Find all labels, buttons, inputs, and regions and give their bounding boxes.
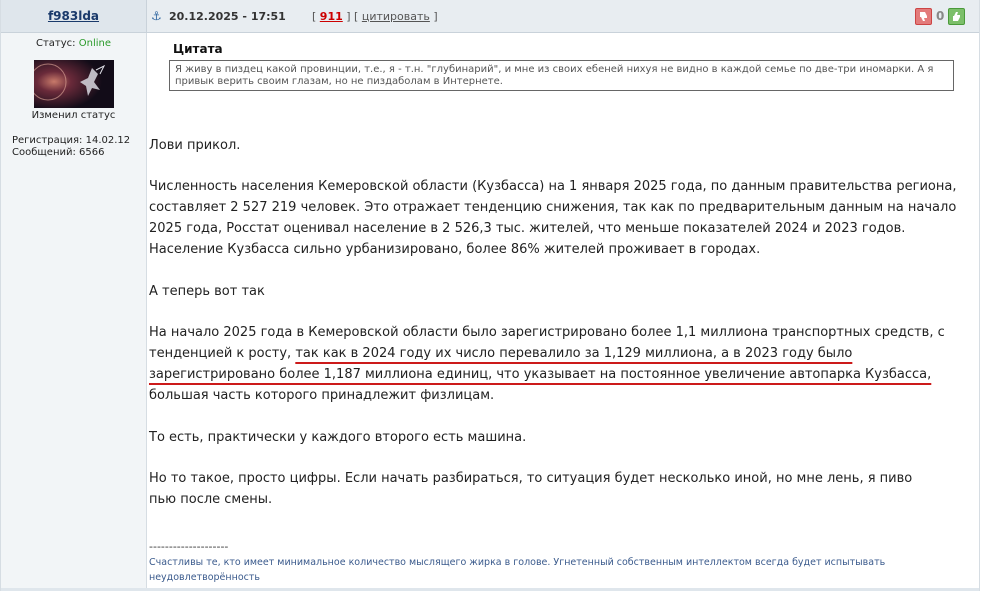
thumbs-up-icon[interactable] (948, 7, 966, 25)
quote-title: Цитата (173, 42, 223, 56)
bracket-close: ] (433, 10, 438, 23)
user-status: Статус: Online (1, 38, 146, 49)
thumbs-down-icon[interactable] (915, 7, 932, 25)
post-count: Сообщений: 6566 (12, 147, 105, 158)
quote-box: Я живу в пиздец какой провинции, т.е., я… (169, 60, 954, 91)
bracket-mid: ] [ (346, 10, 359, 23)
quote-link[interactable]: цитировать (362, 10, 430, 23)
bracket-open: [ (312, 10, 317, 23)
paragraph-6: Но то такое, просто цифры. Если начать р… (149, 471, 913, 507)
status-online: Online (78, 38, 111, 49)
forum-post: f983lda Статус: Online Изменил статус Ре… (0, 0, 980, 591)
user-info: Регистрация: 14.02.12 Сообщений: 6566 (12, 135, 130, 159)
username-link[interactable]: f983lda (1, 9, 146, 23)
avatar[interactable] (34, 60, 114, 108)
post-date: 20.12.2025 - 17:51 (169, 10, 286, 23)
signature-separator: -------------------- (149, 540, 229, 553)
avatar-caption: Изменил статус (31, 110, 116, 121)
anchor-icon[interactable]: ⚓ (151, 9, 162, 23)
rating-value: 0 (936, 9, 945, 23)
paragraph-5: То есть, практически у каждого второго е… (149, 430, 527, 445)
post-number-link[interactable]: 911 (320, 10, 343, 23)
signature-text: Счастливы те, кто имеет минимальное коли… (149, 557, 886, 583)
paragraph-2: Численность населения Кемеровской област… (149, 179, 957, 257)
paragraph-4: На начало 2025 года в Кемеровской област… (149, 322, 959, 406)
status-label: Статус: (36, 38, 76, 49)
registration-date: Регистрация: 14.02.12 (12, 135, 131, 146)
post-rating: 0 (915, 7, 966, 25)
paragraph-1: Лови прикол. (149, 138, 241, 153)
post-actions: [ 911 ] [ цитировать ] (312, 10, 438, 23)
paragraph-3: А теперь вот так (149, 284, 265, 299)
paragraph-4-end: большая часть которого принадлежит физли… (149, 388, 495, 403)
